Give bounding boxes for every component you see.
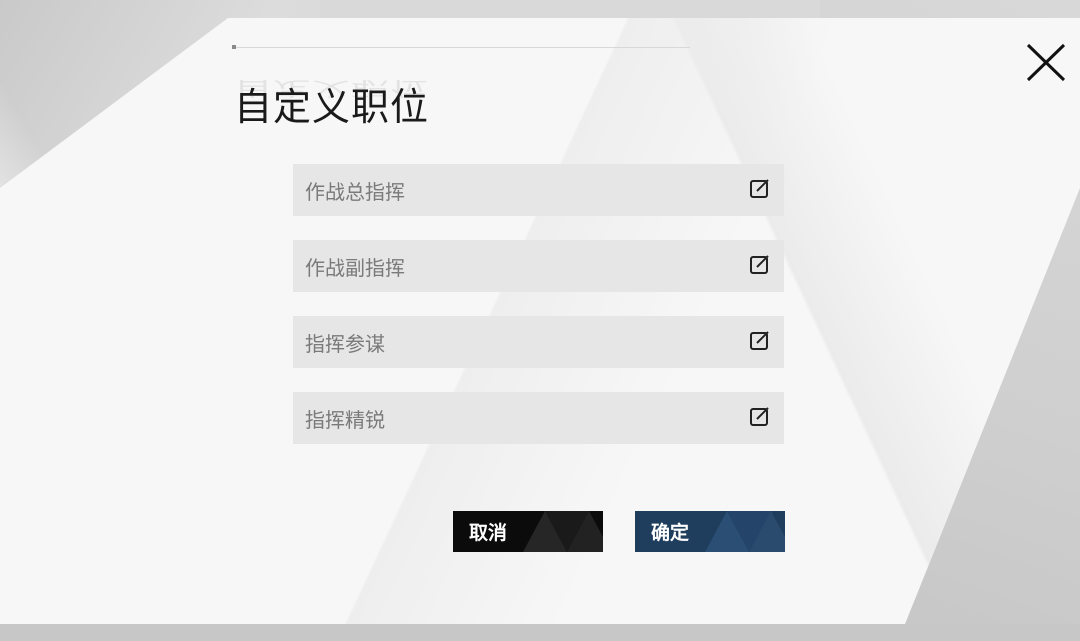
position-field-label: 指挥参谋 xyxy=(305,331,385,356)
title-divider-dot xyxy=(232,45,236,49)
edit-icon[interactable] xyxy=(749,406,771,428)
cancel-button[interactable]: 取消 xyxy=(453,511,603,552)
cancel-button-label: 取消 xyxy=(469,522,508,544)
confirm-button-label: 确定 xyxy=(651,522,690,544)
background-bottom xyxy=(0,624,1080,641)
title-divider xyxy=(232,47,690,48)
close-button[interactable] xyxy=(1024,40,1068,84)
position-field-1[interactable]: 作战总指挥 xyxy=(293,164,784,216)
position-field-label: 作战副指挥 xyxy=(305,255,405,280)
button-decoration xyxy=(705,511,785,552)
position-field-2[interactable]: 作战副指挥 xyxy=(293,240,784,292)
page-title: 自定义职位 xyxy=(234,85,430,129)
confirm-button[interactable]: 确定 xyxy=(635,511,785,552)
close-icon xyxy=(1026,43,1066,82)
edit-icon[interactable] xyxy=(749,330,771,352)
position-field-label: 指挥精锐 xyxy=(305,407,385,432)
edit-icon[interactable] xyxy=(749,178,771,200)
edit-icon[interactable] xyxy=(749,254,771,276)
button-decoration xyxy=(523,511,603,552)
position-field-3[interactable]: 指挥参谋 xyxy=(293,316,784,368)
position-field-label: 作战总指挥 xyxy=(305,179,405,204)
position-field-4[interactable]: 指挥精锐 xyxy=(293,392,784,444)
